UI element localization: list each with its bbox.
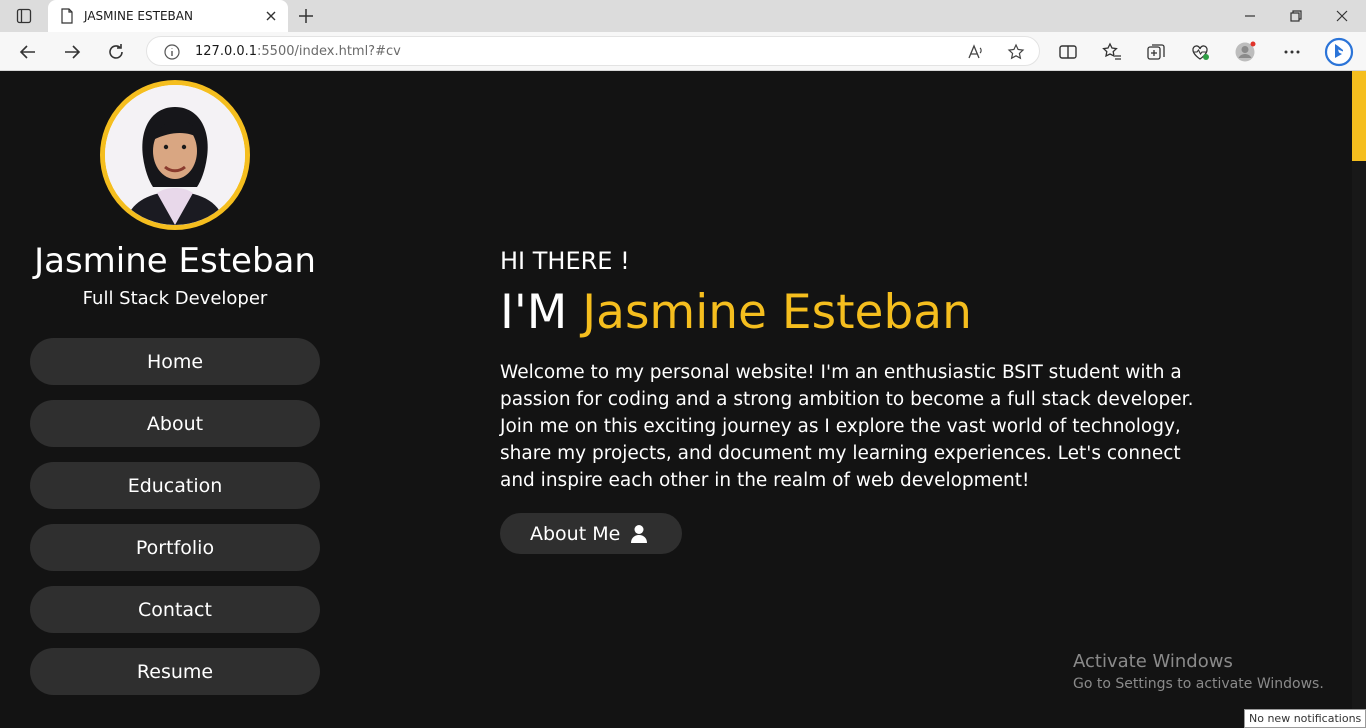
favorite-star-icon[interactable] (1007, 43, 1025, 61)
profile-avatar-icon[interactable] (1234, 41, 1256, 63)
read-aloud-icon[interactable] (967, 43, 985, 61)
nav-portfolio-button[interactable]: Portfolio (30, 524, 320, 571)
minimize-icon[interactable] (1240, 6, 1260, 26)
close-tab-icon[interactable] (262, 7, 280, 25)
close-window-icon[interactable] (1332, 6, 1352, 26)
about-me-label: About Me (530, 522, 621, 545)
hero-prefix: I'M (500, 285, 583, 340)
profile-name: Jasmine Esteban (34, 241, 316, 281)
user-icon (631, 524, 648, 543)
new-tab-icon[interactable] (296, 6, 316, 26)
activate-subtitle: Go to Settings to activate Windows. (1073, 676, 1324, 692)
bing-copilot-icon[interactable] (1324, 37, 1354, 67)
profile-photo-image (105, 85, 245, 225)
profile-photo (100, 80, 250, 230)
site-info-icon[interactable] (163, 43, 181, 61)
performance-icon[interactable] (1189, 41, 1211, 63)
portfolio-page: Jasmine Esteban Full Stack Developer Hom… (0, 71, 1352, 728)
hero-intro-text: Welcome to my personal website! I'm an e… (500, 362, 1194, 491)
refresh-icon[interactable] (105, 41, 127, 63)
collections-icon[interactable] (1145, 41, 1167, 63)
profile-role: Full Stack Developer (82, 288, 268, 309)
hero-greeting: HI THERE ! (500, 247, 630, 275)
nav-about-button[interactable]: About (30, 400, 320, 447)
scrollbar-thumb[interactable] (1352, 71, 1366, 161)
hero-headline: I'M Jasmine Esteban (500, 285, 972, 340)
page-scrollbar[interactable] (1352, 71, 1366, 728)
browser-tab-bar: JASMINE ESTEBAN (0, 0, 1366, 32)
restore-icon[interactable] (1286, 6, 1306, 26)
activate-title: Activate Windows (1073, 651, 1233, 672)
tab-actions-icon[interactable] (16, 8, 32, 24)
url-text[interactable]: 127.0.0.1:5500/index.html?#cv (195, 44, 401, 59)
back-icon[interactable] (17, 41, 39, 63)
about-me-button[interactable]: About Me (500, 513, 682, 554)
address-bar[interactable]: 127.0.0.1:5500/index.html?#cv (146, 36, 1040, 66)
browser-tab[interactable]: JASMINE ESTEBAN (48, 0, 288, 32)
page-icon (61, 8, 73, 24)
nav-resume-button[interactable]: Resume (30, 648, 320, 695)
split-screen-icon[interactable] (1057, 41, 1079, 63)
notification-tooltip: No new notifications (1244, 709, 1366, 728)
nav-home-button[interactable]: Home (30, 338, 320, 385)
browser-toolbar: 127.0.0.1:5500/index.html?#cv (0, 32, 1366, 71)
url-path: :5500/index.html?#cv (257, 44, 401, 59)
hero-name: Jasmine Esteban (582, 285, 972, 340)
more-menu-icon[interactable] (1281, 41, 1303, 63)
tab-title: JASMINE ESTEBAN (84, 9, 193, 23)
url-host: 127.0.0.1 (195, 44, 258, 59)
forward-icon[interactable] (61, 41, 83, 63)
nav-contact-button[interactable]: Contact (30, 586, 320, 633)
favorites-icon[interactable] (1101, 41, 1123, 63)
activate-windows-watermark: Activate Windows Go to Settings to activ… (1073, 651, 1324, 692)
nav-education-button[interactable]: Education (30, 462, 320, 509)
